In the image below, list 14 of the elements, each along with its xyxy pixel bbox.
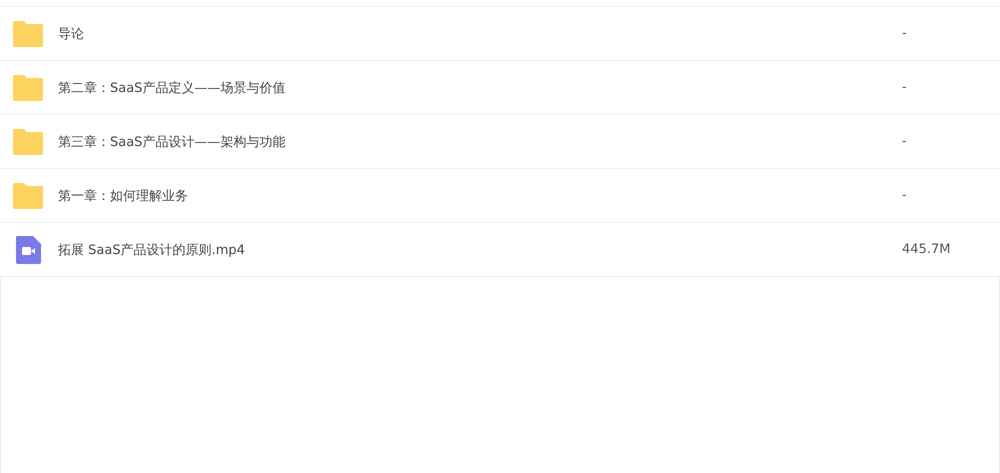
folder-icon [12,74,44,102]
folder-icon [12,20,44,48]
folder-icon [12,182,44,210]
folder-icon [12,128,44,156]
file-size: - [901,188,908,203]
file-size: - [901,26,908,41]
file-name[interactable]: 拓展 SaaS产品设计的原则.mp4 [58,240,896,258]
file-size: - [901,134,908,149]
file-name[interactable]: 第二章：SaaS产品定义——场景与价值 [58,78,896,96]
file-name[interactable]: 第一章：如何理解业务 [58,186,896,204]
file-name[interactable]: 第三章：SaaS产品设计——架构与功能 [58,132,896,150]
file-size: - [901,80,908,95]
file-name[interactable]: 导论 [58,24,896,42]
file-size: 445.7M [901,242,952,257]
